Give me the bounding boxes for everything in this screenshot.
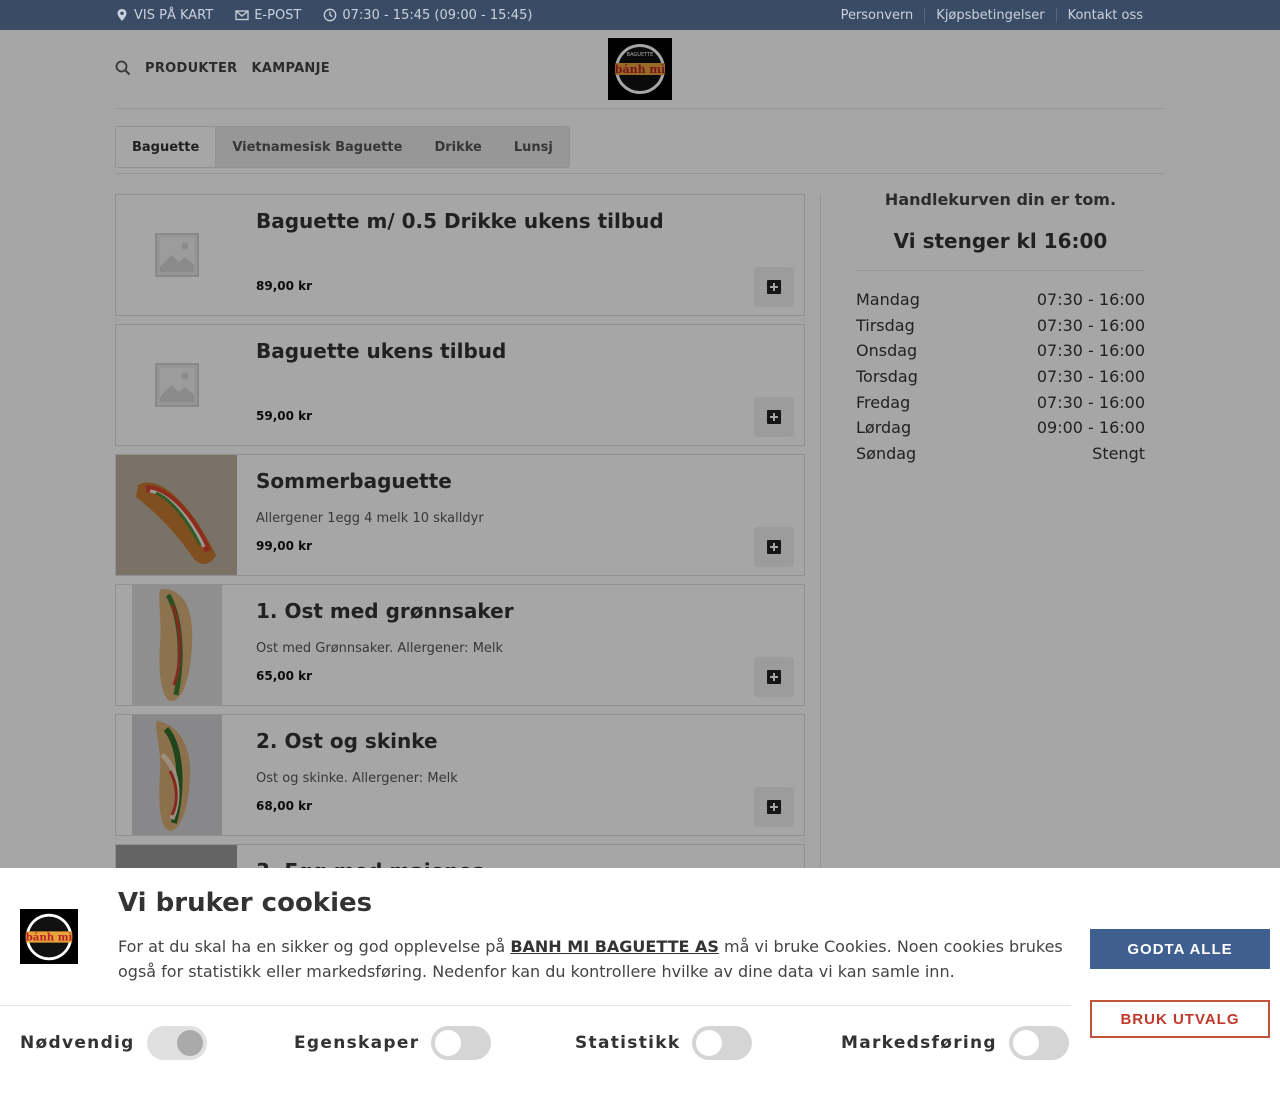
- necessary-switch[interactable]: [146, 1026, 207, 1060]
- switch-knob: [435, 1030, 462, 1056]
- map-pin-icon: [117, 9, 127, 21]
- opening-hours: 07:30 - 15:45 (09:00 - 15:45): [323, 8, 532, 23]
- opening-hours-label: 07:30 - 15:45 (09:00 - 15:45): [342, 7, 533, 23]
- toggle-label: Nødvendig: [20, 1033, 135, 1053]
- terms-link[interactable]: Kjøpsbetingelser: [924, 7, 1055, 23]
- cookie-divider: [0, 1005, 1071, 1006]
- use-selection-button[interactable]: BRUK UTVALG: [1090, 1000, 1270, 1038]
- accept-all-button[interactable]: GODTA ALLE: [1090, 929, 1270, 969]
- cookie-consent-banner: bánh mì Vi bruker cookies For at du skal…: [0, 868, 1280, 1100]
- toggle-preferences: Egenskaper: [294, 1025, 492, 1061]
- switch-knob: [696, 1030, 723, 1056]
- marketing-switch[interactable]: [1008, 1026, 1069, 1060]
- email-link[interactable]: E-POST: [235, 8, 301, 23]
- map-link[interactable]: VIS PÅ KART: [115, 8, 213, 23]
- cookie-toggles: Nødvendig Egenskaper Statistikk Markedsf…: [20, 1025, 1069, 1061]
- clock-icon: [324, 8, 337, 22]
- map-link-label: VIS PÅ KART: [134, 7, 214, 23]
- switch-knob: [1012, 1030, 1039, 1056]
- toggle-necessary: Nødvendig: [20, 1025, 207, 1061]
- email-link-label: E-POST: [254, 7, 302, 23]
- toggle-label: Egenskaper: [294, 1033, 420, 1053]
- toggle-marketing: Markedsføring: [841, 1025, 1069, 1061]
- top-bar: VIS PÅ KART E-POST 07:30 - 15:45 (09:00 …: [0, 0, 1280, 30]
- banh-mi-logo: bánh mì: [26, 913, 73, 960]
- cookie-logo: bánh mì: [20, 909, 78, 964]
- toggle-label: Markedsføring: [841, 1033, 997, 1053]
- cookie-text-before: For at du skal ha en sikker og god opple…: [118, 937, 511, 956]
- privacy-link[interactable]: Personvern: [830, 8, 925, 23]
- cookie-title: Vi bruker cookies: [118, 888, 373, 918]
- company-link[interactable]: BANH MI BAGUETTE AS: [510, 937, 719, 956]
- cookie-text: For at du skal ha en sikker og god opple…: [118, 934, 1068, 984]
- mail-icon: [235, 10, 249, 21]
- toggle-label: Statistikk: [575, 1033, 681, 1053]
- contact-link[interactable]: Kontakt oss: [1055, 7, 1154, 23]
- toggle-statistics: Statistikk: [575, 1025, 753, 1061]
- statistics-switch[interactable]: [692, 1026, 753, 1060]
- cookie-logo-text: bánh mì: [26, 931, 73, 943]
- preferences-switch[interactable]: [431, 1026, 492, 1060]
- switch-knob: [176, 1030, 203, 1056]
